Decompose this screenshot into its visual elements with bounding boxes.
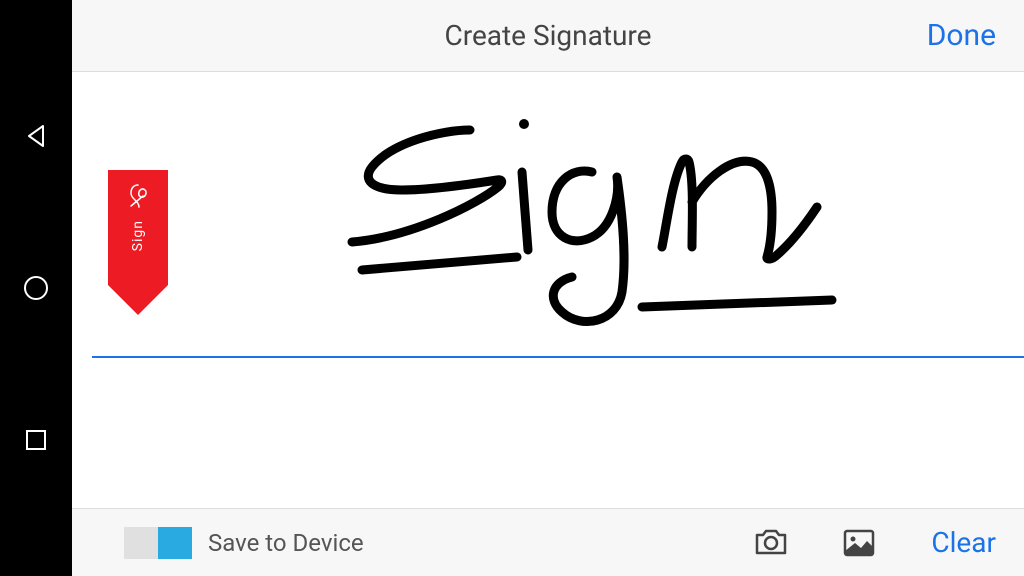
header-bar: Create Signature Done xyxy=(72,0,1024,72)
marker-label: Sign xyxy=(130,220,146,251)
save-to-device-toggle[interactable]: Save to Device xyxy=(124,527,364,559)
handwritten-signature xyxy=(252,82,872,342)
toggle-switch[interactable] xyxy=(124,527,192,559)
back-button[interactable] xyxy=(20,120,52,152)
adobe-icon xyxy=(123,182,153,212)
gallery-button[interactable] xyxy=(837,521,881,565)
done-button[interactable]: Done xyxy=(927,18,996,53)
camera-button[interactable] xyxy=(749,521,793,565)
recent-apps-button[interactable] xyxy=(20,424,52,456)
clear-button[interactable]: Clear xyxy=(931,526,996,559)
footer-bar: Save to Device Clear xyxy=(72,508,1024,576)
signature-canvas[interactable]: Sign xyxy=(72,72,1024,508)
toggle-label: Save to Device xyxy=(208,529,364,557)
android-nav-bar xyxy=(0,0,72,576)
signature-marker[interactable]: Sign xyxy=(108,170,168,315)
app-content: Create Signature Done Sign xyxy=(72,0,1024,576)
signature-baseline xyxy=(92,356,1024,358)
home-button[interactable] xyxy=(20,272,52,304)
page-title: Create Signature xyxy=(444,19,651,52)
